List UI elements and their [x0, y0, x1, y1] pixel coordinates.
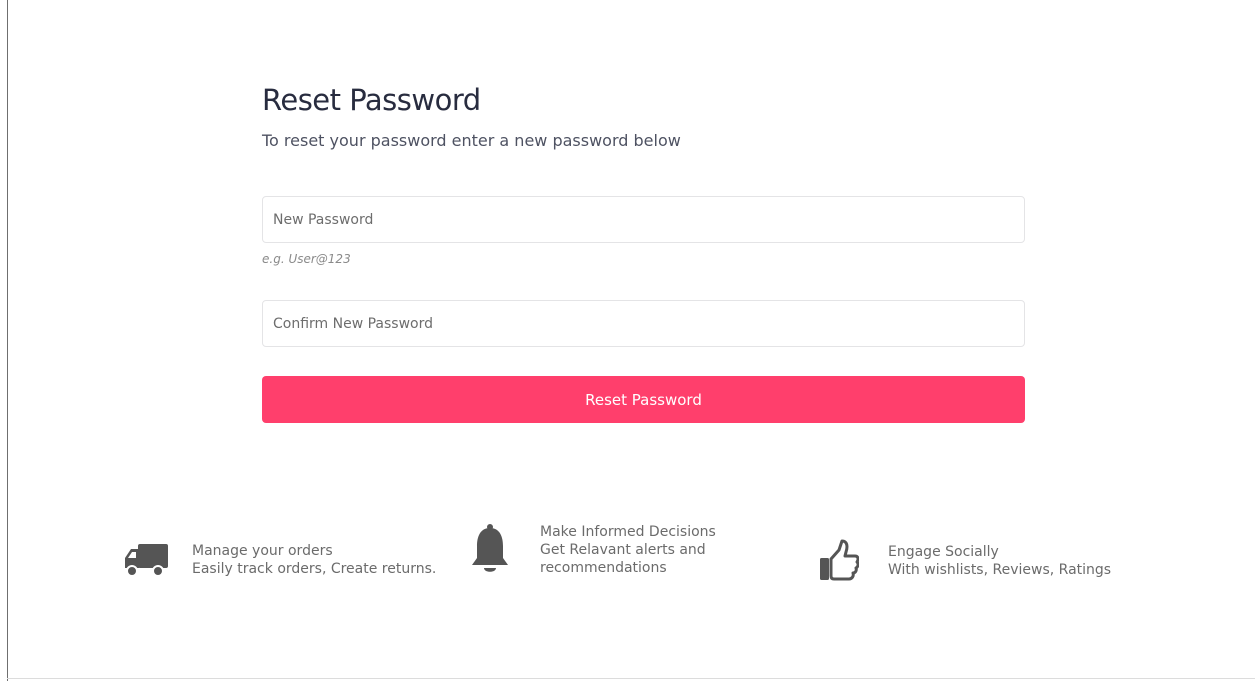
thumbs-up-icon: [816, 538, 860, 584]
feature-informed-decisions: Make Informed Decisions Get Relavant ale…: [468, 522, 716, 578]
features-strip: Manage your orders Easily track orders, …: [0, 520, 1255, 610]
feature-line: Get Relavant alerts and: [540, 542, 706, 558]
feature-line: Easily track orders, Create returns.: [192, 561, 437, 577]
feature-title: Make Informed Decisions: [540, 524, 716, 540]
feature-line: recommendations: [540, 560, 667, 576]
reset-password-button[interactable]: Reset Password: [262, 376, 1025, 423]
bell-icon: [468, 522, 512, 578]
page-frame: Reset Password To reset your password en…: [0, 0, 1255, 681]
password-hint: e.g. User@123: [262, 252, 351, 266]
feature-manage-orders: Manage your orders Easily track orders, …: [122, 540, 436, 580]
feature-title: Engage Socially: [888, 544, 999, 560]
page-subtitle: To reset your password enter a new passw…: [262, 131, 681, 150]
confirm-password-input[interactable]: [262, 300, 1025, 347]
reset-password-form: Reset Password To reset your password en…: [262, 80, 1025, 423]
feature-engage-socially: Engage Socially With wishlists, Reviews,…: [816, 538, 1111, 584]
feature-title: Manage your orders: [192, 543, 333, 559]
truck-icon: [122, 540, 170, 580]
feature-line: With wishlists, Reviews, Ratings: [888, 562, 1112, 578]
page-title: Reset Password: [262, 83, 481, 117]
new-password-input[interactable]: [262, 196, 1025, 243]
bottom-divider: [7, 678, 1255, 679]
